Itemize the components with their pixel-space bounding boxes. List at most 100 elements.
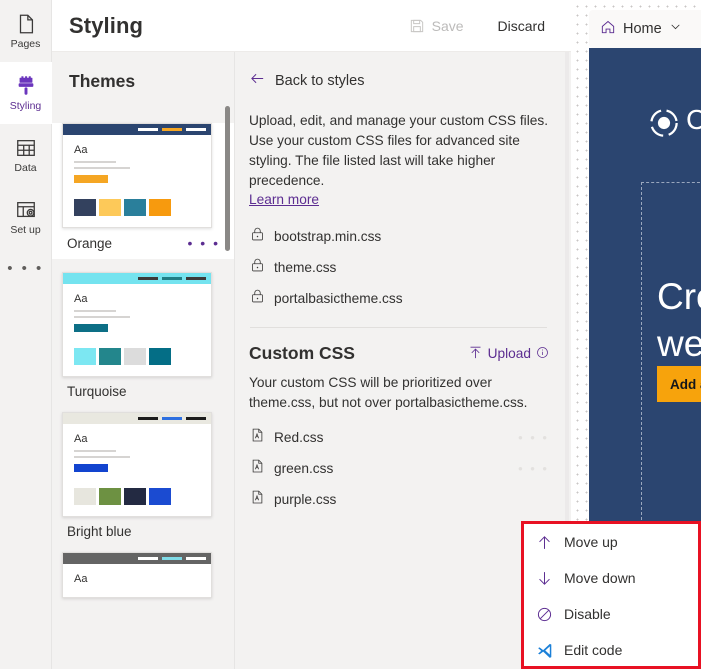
themes-panel: Themes Aa Orange • • • Aa Turquoise Aa B… <box>52 52 235 669</box>
back-to-styles-link[interactable]: Back to styles <box>247 70 549 92</box>
theme-name: Turquoise <box>67 384 127 399</box>
custom-css-description: Your custom CSS will be prioritized over… <box>249 375 528 410</box>
upload-arrow-icon <box>468 345 483 363</box>
thumb-nav-link <box>138 277 158 280</box>
home-icon <box>600 19 616 40</box>
setup-gear-icon <box>15 199 37 221</box>
menu-item-edit-code[interactable]: Edit code <box>524 632 698 666</box>
sidebar-item-setup-label: Set up <box>10 223 41 236</box>
theme-swatch <box>74 348 96 365</box>
discard-button[interactable]: Discard <box>482 11 561 41</box>
home-label: Home <box>623 21 662 37</box>
theme-swatch <box>149 199 171 216</box>
theme-thumbnail: Aa <box>62 272 212 377</box>
vscode-icon <box>536 642 553 659</box>
menu-item-disable-label: Disable <box>564 606 611 622</box>
thumb-text-line <box>74 161 116 163</box>
theme-swatch <box>99 488 121 505</box>
upload-label: Upload <box>487 346 531 361</box>
page-selector[interactable]: Home <box>589 10 701 48</box>
css-file-icon <box>250 427 265 448</box>
file-context-menu: Move up Move down Disable Edit code <box>521 521 701 669</box>
section-divider <box>250 327 547 328</box>
lock-icon <box>250 288 265 309</box>
page-title: Styling <box>69 12 144 38</box>
preview-cta-button[interactable]: Add a <box>657 366 701 402</box>
page-icon <box>15 13 37 35</box>
theme-card-bright-blue[interactable]: Aa Bright blue <box>52 412 234 539</box>
sidebar-item-styling-label: Styling <box>9 99 42 112</box>
theme-swatches <box>74 199 200 216</box>
thumb-nav-link <box>138 128 158 131</box>
thumb-text-line <box>74 310 116 312</box>
theme-thumb-body: Aa <box>63 424 211 516</box>
sidebar-more-button[interactable]: • • • <box>0 248 52 288</box>
arrow-left-icon <box>249 70 266 92</box>
theme-swatch <box>99 348 121 365</box>
theme-swatches <box>74 488 200 505</box>
list-item[interactable]: purple.css <box>247 484 549 515</box>
theme-swatch <box>99 199 121 216</box>
theme-swatch <box>149 488 171 505</box>
thumb-nav-link <box>162 557 182 560</box>
info-circle-icon[interactable] <box>536 346 549 362</box>
file-name: Red.css <box>274 430 324 445</box>
menu-item-edit-code-label: Edit code <box>564 642 623 658</box>
menu-item-disable[interactable]: Disable <box>524 596 698 632</box>
file-overflow-button[interactable]: • • • <box>518 461 549 476</box>
save-button[interactable]: Save <box>393 11 480 41</box>
menu-item-move-up[interactable]: Move up <box>524 524 698 560</box>
theme-card-orange[interactable]: Aa Orange • • • <box>52 123 234 259</box>
menu-item-move-up-label: Move up <box>564 534 618 550</box>
list-item[interactable]: green.css • • • <box>247 453 549 484</box>
thumb-nav-link <box>186 277 206 280</box>
file-overflow-button[interactable]: • • • <box>518 430 549 445</box>
block-circle-icon <box>536 606 553 623</box>
theme-card-turquoise[interactable]: Aa Turquoise <box>52 272 234 399</box>
theme-sample-text: Aa <box>74 433 88 445</box>
thumb-nav-link <box>186 128 206 131</box>
theme-thumb-body: Aa <box>63 135 211 227</box>
file-name: portalbasictheme.css <box>274 291 403 306</box>
sidebar-item-pages[interactable]: Pages <box>0 0 52 62</box>
file-name: theme.css <box>274 260 337 275</box>
theme-name-row: Orange • • • <box>52 228 234 251</box>
theme-name: Orange <box>67 235 113 251</box>
thumb-nav-link <box>162 417 182 420</box>
css-file-icon <box>250 458 265 479</box>
list-item[interactable]: bootstrap.min.css <box>247 221 549 252</box>
theme-sample-text: Aa <box>74 144 88 156</box>
list-item[interactable]: Red.css • • • <box>247 422 549 453</box>
sidebar-item-styling[interactable]: Styling <box>0 62 52 124</box>
theme-thumbnail: Aa <box>62 552 212 598</box>
table-icon <box>15 137 37 159</box>
sidebar-item-setup[interactable]: Set up <box>0 186 52 248</box>
theme-sample-text: Aa <box>74 293 88 305</box>
learn-more-link[interactable]: Learn more <box>247 192 319 207</box>
sidebar-item-data-label: Data <box>14 161 37 174</box>
list-item[interactable]: portalbasictheme.css <box>247 283 549 314</box>
theme-thumb-navbar <box>63 273 211 284</box>
file-name: purple.css <box>274 492 337 507</box>
sidebar-item-data[interactable]: Data <box>0 124 52 186</box>
circle-logo-icon <box>649 108 679 138</box>
custom-css-title: Custom CSS <box>249 343 355 363</box>
menu-item-move-down[interactable]: Move down <box>524 560 698 596</box>
list-item[interactable]: theme.css <box>247 252 549 283</box>
themes-heading: Themes <box>69 70 136 91</box>
lock-icon <box>250 257 265 278</box>
theme-overflow-button[interactable]: • • • <box>188 235 220 251</box>
save-icon <box>409 18 425 34</box>
theme-swatch <box>74 488 96 505</box>
chevron-down-icon[interactable] <box>669 20 682 38</box>
theme-card-partial[interactable]: Aa <box>52 552 234 598</box>
upload-button[interactable]: Upload <box>468 345 549 363</box>
theme-sample-text: Aa <box>74 573 88 585</box>
theme-thumb-navbar <box>63 553 211 564</box>
themes-scrollbar[interactable] <box>225 106 230 251</box>
css-file-icon <box>250 489 265 510</box>
thumb-sample-button <box>74 175 108 183</box>
thumb-nav-link <box>138 417 158 420</box>
file-name: bootstrap.min.css <box>274 229 382 244</box>
theme-swatch <box>124 348 146 365</box>
